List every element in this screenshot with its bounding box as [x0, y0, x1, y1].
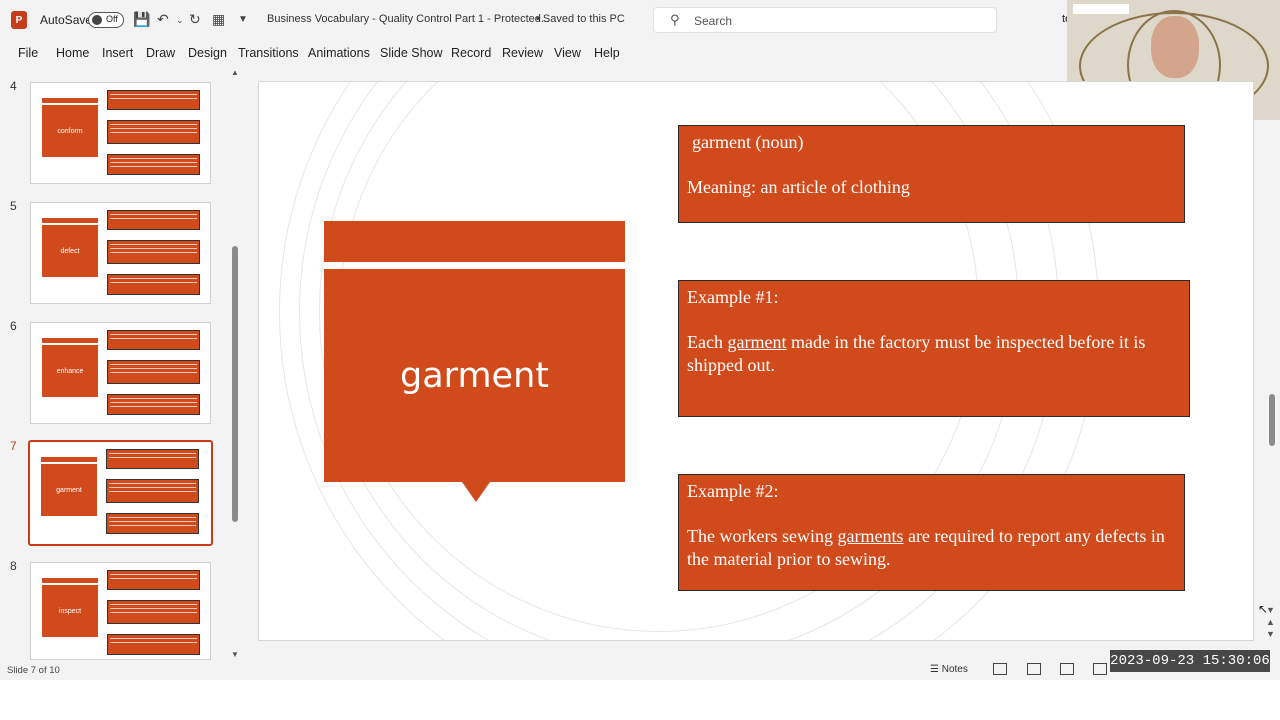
slide-counter: Slide 7 of 10 [7, 665, 60, 676]
thumbnail-box [106, 513, 199, 534]
toggle-state: Off [106, 14, 118, 24]
slide-sorter-icon[interactable] [1027, 663, 1041, 675]
example-1-heading: Example #1: [687, 287, 779, 307]
thumbnail-word: inspect [42, 578, 98, 637]
thumbnail-box [107, 274, 200, 295]
thumbnail-box [107, 120, 200, 144]
example-2-text: The workers sewing garments are required… [687, 526, 1165, 569]
thumbnail-box [107, 570, 200, 590]
thumbnail-word: garment [41, 457, 97, 516]
thumbnail-box [107, 90, 200, 110]
tab-help[interactable]: Help [594, 46, 620, 60]
slide-number: 4 [10, 79, 17, 93]
redo-icon[interactable]: ↻ [189, 11, 201, 28]
customize-toolbar-icon[interactable]: ▼ [238, 14, 248, 25]
example-2-heading: Example #2: [687, 481, 779, 501]
word-header-bar [324, 221, 625, 262]
recording-timestamp: 2023-09-23 15:30:06 [1110, 650, 1270, 672]
slide-number: 7 [10, 439, 17, 453]
thumbnail-box [107, 240, 200, 264]
tab-slide-show[interactable]: Slide Show [380, 46, 443, 60]
notes-button[interactable]: ☰ Notes [930, 664, 968, 675]
undo-dropdown-icon[interactable]: ⌄ [176, 15, 184, 26]
bottom-strip [0, 680, 1280, 720]
example-1-box[interactable]: Example #1: Each garment made in the fac… [678, 280, 1190, 417]
slide-thumbnail-selected[interactable]: garment [28, 440, 213, 546]
search-box[interactable]: ⚲ Search [653, 7, 997, 33]
tab-draw[interactable]: Draw [146, 46, 175, 60]
save-status[interactable]: • Saved to this PC [536, 13, 625, 25]
scroll-down-icon[interactable]: ▼ [231, 650, 239, 659]
thumbnail-box [106, 449, 199, 469]
thumbnail-box [107, 634, 200, 655]
tab-animations[interactable]: Animations [308, 46, 370, 60]
tab-view[interactable]: View [554, 46, 581, 60]
thumbnail-word: defect [42, 218, 98, 277]
slide-number: 8 [10, 559, 17, 573]
presenter-face [1151, 16, 1199, 78]
scroll-up-icon[interactable]: ▲ [231, 68, 239, 77]
example-2-term: garments [837, 526, 904, 546]
powerpoint-logo-icon: P [11, 11, 27, 29]
autosave-label: AutoSave [40, 13, 93, 27]
normal-view-icon[interactable] [993, 663, 1007, 675]
search-placeholder: Search [694, 14, 733, 28]
status-bar: Slide 7 of 10 ☰ Notes [0, 660, 1280, 680]
tab-home[interactable]: Home [56, 46, 89, 60]
example-1-term: garment [727, 332, 787, 352]
reading-view-icon[interactable] [1060, 663, 1074, 675]
present-from-start-icon[interactable]: ▦ [212, 11, 225, 28]
thumbnail-word: enhance [42, 338, 98, 397]
save-icon[interactable]: 💾 [133, 11, 150, 28]
slide-number: 5 [10, 199, 17, 213]
thumbnail-box [107, 330, 200, 350]
tab-insert[interactable]: Insert [102, 46, 133, 60]
slide-canvas[interactable]: garment garment (noun) Meaning: an artic… [258, 81, 1254, 641]
autosave-toggle[interactable]: Off [88, 12, 124, 28]
definition-meaning: Meaning: an article of clothing [687, 177, 910, 197]
tab-review[interactable]: Review [502, 46, 543, 60]
thumbnail-box [107, 154, 200, 175]
tab-file[interactable]: File [18, 46, 38, 60]
definition-box[interactable]: garment (noun) Meaning: an article of cl… [678, 125, 1185, 223]
thumbnail-box [107, 360, 200, 384]
thumbnail-word: conform [42, 98, 98, 157]
company-logo [1073, 4, 1129, 14]
tab-record[interactable]: Record [451, 46, 491, 60]
example-1-text: Each garment made in the factory must be… [687, 332, 1146, 375]
search-icon: ⚲ [670, 12, 680, 27]
slide-thumbnail[interactable]: conform [30, 82, 211, 184]
toggle-knob [92, 15, 102, 25]
example-2-box[interactable]: Example #2: The workers sewing garments … [678, 474, 1185, 591]
tab-design[interactable]: Design [188, 46, 227, 60]
document-title: Business Vocabulary - Quality Control Pa… [267, 13, 551, 25]
thumbnail-box [107, 210, 200, 230]
slide-scrollbar[interactable] [1269, 394, 1275, 446]
thumbnail-box [107, 394, 200, 415]
vocabulary-word[interactable]: garment [324, 269, 625, 482]
slide-thumbnail[interactable]: enhance [30, 322, 211, 424]
notes-label: Notes [941, 664, 968, 675]
mouse-cursor-icon: ↖ [1258, 602, 1269, 616]
slide-thumbnail[interactable]: inspect [30, 562, 211, 660]
slide-show-icon[interactable] [1093, 663, 1107, 675]
callout-pointer [462, 482, 490, 502]
slide-thumbnail-pane: 4 conform 5 defect 6 enhance 7 garment 8… [0, 66, 244, 660]
tab-transitions[interactable]: Transitions [238, 46, 299, 60]
thumbnail-scrollbar[interactable] [232, 246, 238, 522]
thumbnail-box [107, 600, 200, 624]
thumbnail-box [106, 479, 199, 503]
slide-thumbnail[interactable]: defect [30, 202, 211, 304]
undo-icon[interactable]: ↶ [157, 11, 169, 28]
definition-heading: garment (noun) [692, 132, 804, 152]
slide-number: 6 [10, 319, 17, 333]
